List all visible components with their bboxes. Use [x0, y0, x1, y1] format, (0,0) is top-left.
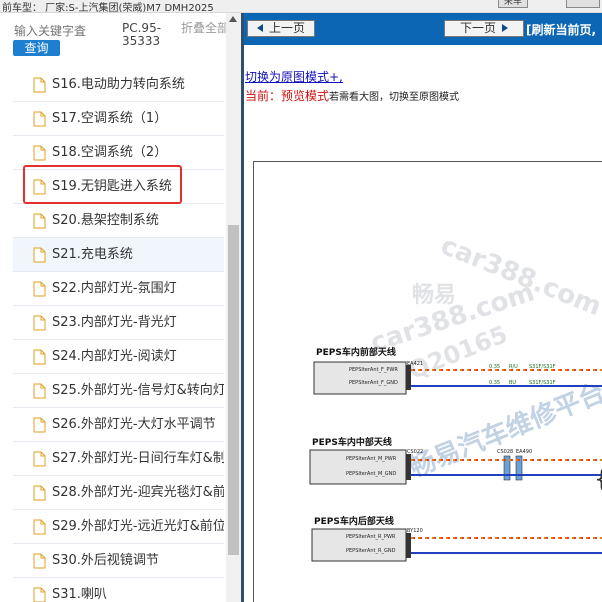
- sidebar: 查询 PC.95-35333 折叠全部 S16.电动助力转向系统 S17.空调系统…: [0, 13, 241, 602]
- watermark-5: 畅易汽车维修平台: [405, 377, 602, 484]
- rear-antenna-title: PEPS车内后部天线: [314, 515, 394, 527]
- scroll-thumb[interactable]: [228, 225, 239, 555]
- mid-pin-2: PEPSIterAnt_M_GND: [346, 471, 396, 477]
- prev-page-button[interactable]: 上一页: [247, 20, 315, 37]
- mid-connector-block: [406, 454, 411, 480]
- list-item[interactable]: S23.内部灯光-背光灯: [13, 306, 224, 340]
- top-tab-button-2[interactable]: [566, 0, 600, 8]
- car-model-label: 前车型： 厂家:S-上汽集团(荣威)M7 DMH2025: [2, 3, 214, 13]
- selection-highlight-box: [23, 165, 182, 204]
- wire-label-5: BU: [509, 380, 516, 386]
- front-antenna-title: PEPS车内前部天线: [316, 346, 396, 358]
- list-item-label: S25.外部灯光-信号灯&转向灯: [52, 383, 224, 398]
- switch-mode-link[interactable]: 切换为原图模式+,: [245, 68, 343, 85]
- list-item-label: S27.外部灯光-日间行车灯&制: [52, 451, 224, 466]
- list-item[interactable]: S16.电动助力转向系统: [13, 68, 224, 102]
- mid-connector: CS022: [407, 449, 423, 455]
- sidebar-scrollbar[interactable]: [226, 13, 241, 602]
- list-item[interactable]: S17.空调系统（1）: [13, 102, 224, 136]
- list-item-label: S16.电动助力转向系统: [52, 77, 185, 92]
- document-icon: [33, 485, 46, 501]
- list-item-label: S17.空调系统（1）: [52, 111, 168, 126]
- top-tab-button[interactable]: 荣车: [498, 0, 528, 8]
- fold-all-button[interactable]: 折叠全部: [181, 22, 229, 35]
- list-item-label: S31.喇叭: [52, 587, 107, 602]
- wiring-diagram-svg: car388.com 畅易 car388.com QQ20165 畅易汽车维修平…: [309, 231, 602, 562]
- current-mode-line: 当前：预览模式若需看大图，切换至原图模式: [245, 87, 459, 104]
- document-icon: [33, 77, 46, 93]
- rear-pin-1: PEPSIterAnt_R_PWR: [346, 534, 396, 540]
- wire-label-2: R/U: [509, 364, 518, 370]
- mid-connector-2: CS028: [497, 449, 513, 455]
- list-item-label: S26.外部灯光-大灯水平调节: [52, 417, 216, 432]
- mid-pin-1: PEPSIterAnt_M_PWR: [346, 456, 397, 462]
- wire-label-3: S31F/S31F: [529, 364, 556, 370]
- document-icon: [33, 281, 46, 297]
- list-item[interactable]: S27.外部灯光-日间行车灯&制: [13, 442, 224, 476]
- mid-antenna-title: PEPS车内中部天线: [312, 436, 392, 448]
- list-item[interactable]: S29.外部灯光-远近光灯&前位: [13, 510, 224, 544]
- list-item[interactable]: S20.悬架控制系统: [13, 204, 224, 238]
- page-nav-bar: 上一页 下一页 [刷新当前页,: [244, 13, 602, 45]
- document-icon: [33, 111, 46, 127]
- wire-label-4: 0.35: [489, 380, 500, 386]
- current-prefix: 当前：: [245, 89, 282, 103]
- rear-connector-block: [406, 533, 411, 558]
- mid-connector-3: EA490: [516, 449, 532, 455]
- wiring-diagram: car388.com 畅易 car388.com QQ20165 畅易汽车维修平…: [253, 161, 602, 602]
- current-mode: 预览模式: [281, 89, 330, 103]
- content-pane: 上一页 下一页 [刷新当前页, 切换为原图模式+, 当前：预览模式若需看大图，切…: [244, 13, 602, 602]
- list-item-label: S21.充电系统: [52, 247, 133, 262]
- wire-label-1: 0.35: [489, 364, 500, 370]
- section-list: S16.电动助力转向系统 S17.空调系统（1） S18.空调系统（2） S19.无钥…: [13, 68, 224, 602]
- front-pin-1: PEPSIterAnt_F_PWR: [349, 367, 398, 373]
- search-input[interactable]: [14, 23, 110, 39]
- front-pin-2: PEPSIterAnt_F_GND: [349, 380, 398, 386]
- arrow-left-icon: [256, 24, 263, 32]
- document-icon: [33, 519, 46, 535]
- document-icon: [33, 587, 46, 602]
- document-icon: [33, 451, 46, 467]
- document-icon: [33, 417, 46, 433]
- list-item[interactable]: S22.内部灯光-氛围灯: [13, 272, 224, 306]
- list-item-label: S23.内部灯光-背光灯: [52, 315, 177, 330]
- scroll-up-arrow-icon[interactable]: [229, 16, 237, 22]
- list-item-label: S29.外部灯光-远近光灯&前位: [52, 519, 224, 534]
- document-icon: [33, 553, 46, 569]
- list-item[interactable]: S25.外部灯光-信号灯&转向灯: [13, 374, 224, 408]
- document-icon: [33, 213, 46, 229]
- wire-label-6: S31F/S31F: [529, 380, 556, 386]
- list-item[interactable]: S31.喇叭: [13, 578, 224, 602]
- document-icon: [33, 247, 46, 263]
- list-item-label: S18.空调系统（2）: [52, 145, 168, 160]
- front-connector-block: [406, 365, 411, 390]
- list-item[interactable]: S30.外后视镜调节: [13, 544, 224, 578]
- next-page-button[interactable]: 下一页: [444, 20, 524, 37]
- search-button[interactable]: 查询: [13, 40, 60, 56]
- arrow-right-icon: [502, 24, 508, 32]
- document-icon: [33, 145, 46, 161]
- refresh-page-link[interactable]: [刷新当前页,: [526, 21, 596, 38]
- list-item[interactable]: S24.内部灯光-阅读灯: [13, 340, 224, 374]
- document-icon: [33, 383, 46, 399]
- list-item-label: S22.内部灯光-氛围灯: [52, 281, 177, 296]
- document-icon: [33, 349, 46, 365]
- document-icon: [33, 315, 46, 331]
- current-hint: 若需看大图，切换至原图模式: [329, 92, 460, 103]
- document-code: PC.95-35333: [122, 21, 162, 48]
- list-item-label: S24.内部灯光-阅读灯: [52, 349, 177, 364]
- list-item[interactable]: S21.充电系统: [13, 238, 224, 272]
- top-bar: 前车型： 厂家:S-上汽集团(荣威)M7 DMH2025 荣车: [0, 0, 602, 13]
- list-item-label: S20.悬架控制系统: [52, 213, 159, 228]
- search-area: 查询 PC.95-35333 折叠全部: [0, 13, 241, 60]
- list-item[interactable]: S26.外部灯光-大灯水平调节: [13, 408, 224, 442]
- brace-mark: {: [594, 465, 602, 493]
- list-item-label: S28.外部灯光-迎宾光毯灯&前: [52, 485, 224, 500]
- rear-pin-2: PEPSIterAnt_R_GND: [346, 548, 396, 554]
- list-item[interactable]: S28.外部灯光-迎宾光毯灯&前: [13, 476, 224, 510]
- list-item-label: S30.外后视镜调节: [52, 553, 159, 568]
